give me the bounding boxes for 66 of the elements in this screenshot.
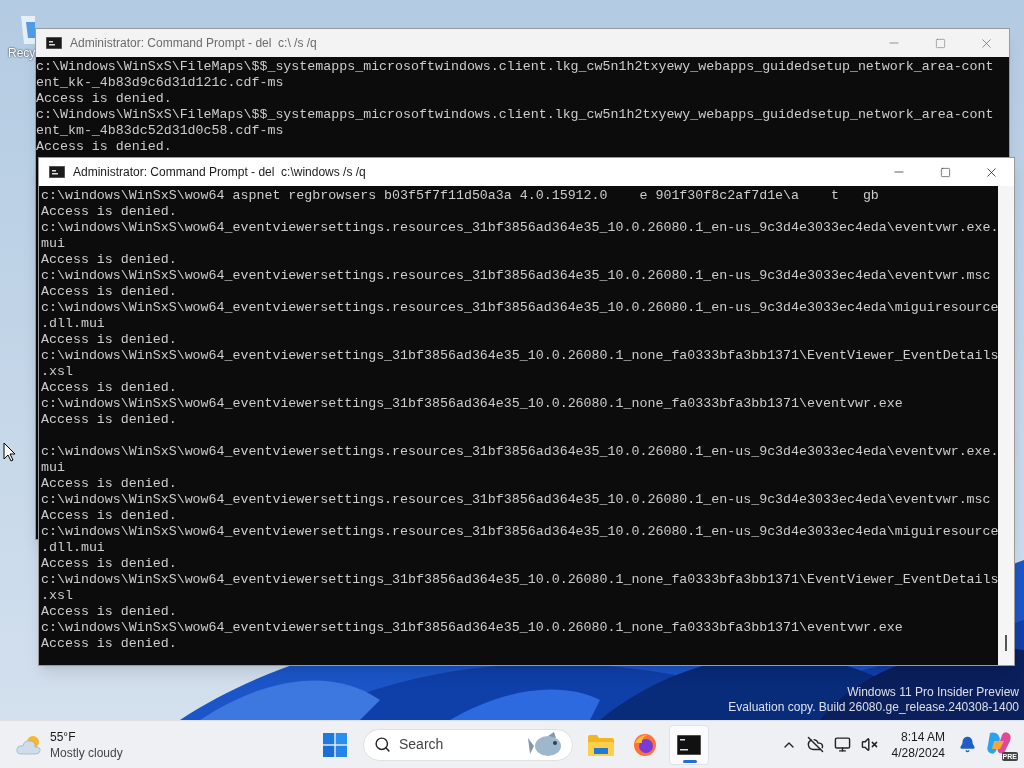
globe-icon — [633, 732, 657, 757]
console-line: .dll.mui — [41, 540, 105, 556]
speaker-muted-icon[interactable] — [860, 736, 878, 753]
console-line: Access is denied. — [41, 556, 177, 572]
console-line: Access is denied. — [36, 139, 172, 155]
window-title: Administrator: Command Prompt - del c:\windows /s /q — [73, 164, 367, 181]
search-bar[interactable]: Search — [363, 728, 573, 761]
console-line: c:\windows\WinSxS\wow64 aspnet regbrowsers b03f5f7f11d50a3a 4.0.15912.0 e 901f30f8c2af7d1e\a t gb — [41, 188, 879, 204]
cloudy-weather-icon — [16, 733, 44, 756]
console-line: Access is denied. — [41, 380, 177, 396]
watermark-text: Windows 11 Pro Insider Preview — [847, 685, 1019, 700]
console-line: c:\windows\WinSxS\wow64_eventviewersettings.resources_31bf3856ad364e35_10.0.26080.1_en-us_9c3d4e3033ec4eda\eventvwr.exe. — [41, 444, 998, 460]
cloud-off-icon[interactable] — [806, 736, 824, 753]
console-line: Access is denied. — [41, 476, 177, 492]
bell-icon[interactable] — [959, 736, 976, 753]
console-line: mui — [41, 460, 65, 476]
terminal-icon — [677, 734, 701, 755]
console-line: c:\windows\WinSxS\wow64_eventviewersettings_31bf3856ad364e35_10.0.26080.1_none_fa0333bfa3bb1371\eventvwr.exe — [41, 620, 903, 636]
maximize-icon — [934, 37, 946, 49]
recycle-bin-icon[interactable] — [21, 14, 35, 44]
active-indicator — [683, 759, 697, 763]
mouse-cursor-icon — [3, 442, 16, 462]
console-line: c:\windows\WinSxS\wow64_eventviewersettings.resources_31bf3856ad364e35_10.0.26080.1_en-us_9c3d4e3033ec4eda\eventvwr.msc — [41, 492, 991, 508]
console-line: Access is denied. — [41, 284, 177, 300]
folder-icon — [588, 733, 614, 756]
watermark-text: Evaluation copy. Build 26080.ge_release.240308-1400 — [728, 700, 1019, 715]
console-line: .xsl — [41, 588, 73, 604]
clock[interactable]: 8:14 AM 4/28/2024 — [887, 728, 949, 761]
console-line: c:\windows\WinSxS\wow64_eventviewersettings_31bf3856ad364e35_10.0.26080.1_none_fa0333bfa3bb1371\EventViewer_EventDetails — [41, 348, 998, 364]
console-line: c:\windows\WinSxS\wow64_eventviewersettings.resources_31bf3856ad364e35_10.0.26080.1_en-us_9c3d4e3033ec4eda\eventvwr.exe. — [41, 220, 998, 236]
console-icon — [49, 166, 65, 178]
console-line: c:\windows\WinSxS\wow64_eventviewersettings_31bf3856ad364e35_10.0.26080.1_none_fa0333bfa3bb1371\eventvwr.exe — [41, 396, 903, 412]
console-line: c:\windows\WinSxS\wow64_eventviewersettings.resources_31bf3856ad364e35_10.0.26080.1_en-us_9c3d4e3033ec4eda\eventvwr.msc — [41, 268, 991, 284]
console-line: Access is denied. — [41, 412, 177, 428]
clock-time: 8:14 AM — [900, 728, 945, 745]
terminal-taskbar-button[interactable] — [669, 724, 709, 765]
console-line: Access is denied. — [41, 604, 177, 620]
console-line: c:\windows\WinSxS\wow64_eventviewersettings.resources_31bf3856ad364e35_10.0.26080.1_en-us_9c3d4e3033ec4eda\miguiresource — [41, 524, 998, 540]
window-title: Administrator: Command Prompt - del c:\ /s /q — [70, 35, 318, 52]
desktop-icon-label: Recy — [8, 46, 36, 60]
maximize-icon — [939, 166, 951, 178]
console-line: c:\windows\WinSxS\wow64_eventviewersettings.resources_31bf3856ad364e35_10.0.26080.1_en-us_9c3d4e3033ec4eda\miguiresource — [41, 300, 998, 316]
console-line: c:\Windows\WinSxS\FileMaps\$$_systemapps_microsoftwindows.client.lkg_cw5n1h2txyewy_webapps_guidedsetup_network_area-cont — [36, 107, 994, 123]
console-line: ent_km-_4b83dc52d31d0c58.cdf-ms — [36, 123, 284, 139]
swirl-logo-icon[interactable] — [986, 730, 1012, 755]
console-line: c:\Windows\WinSxS\FileMaps\$$_systemapps_microsoftwindows.client.lkg_cw5n1h2txyewy_webapps_guidedsetup_network_area-cont — [36, 59, 994, 75]
console-line: Access is denied. — [36, 91, 172, 107]
weather-condition: Mostly cloudy — [50, 744, 123, 761]
search-icon — [374, 736, 391, 753]
search-input[interactable]: Search — [399, 734, 520, 755]
console-line: .xsl — [41, 364, 73, 380]
console-line: Access is denied. — [41, 252, 177, 268]
console-line: Access is denied. — [41, 508, 177, 524]
console-icon — [46, 37, 62, 49]
console-line: Access is denied. — [41, 332, 177, 348]
console-line: .dll.mui — [41, 316, 105, 332]
monitor-icon[interactable] — [833, 736, 851, 753]
console-line: ent_kk-_4b83d9c6d31d121c.cdf-ms — [36, 75, 284, 91]
weather-temperature: 55°F — [50, 728, 77, 745]
console-line: Access is denied. — [41, 636, 177, 652]
windows-logo-icon — [323, 732, 347, 757]
scrollbar-thumb[interactable] — [1005, 635, 1007, 651]
clock-date: 4/28/2024 — [891, 744, 945, 761]
console-line: c:\windows\WinSxS\wow64_eventviewersettings_31bf3856ad364e35_10.0.26080.1_none_fa0333bfa3bb1371\EventViewer_EventDetails — [41, 572, 998, 588]
console-line: mui — [41, 236, 65, 252]
console-line: Access is denied. — [41, 204, 177, 220]
